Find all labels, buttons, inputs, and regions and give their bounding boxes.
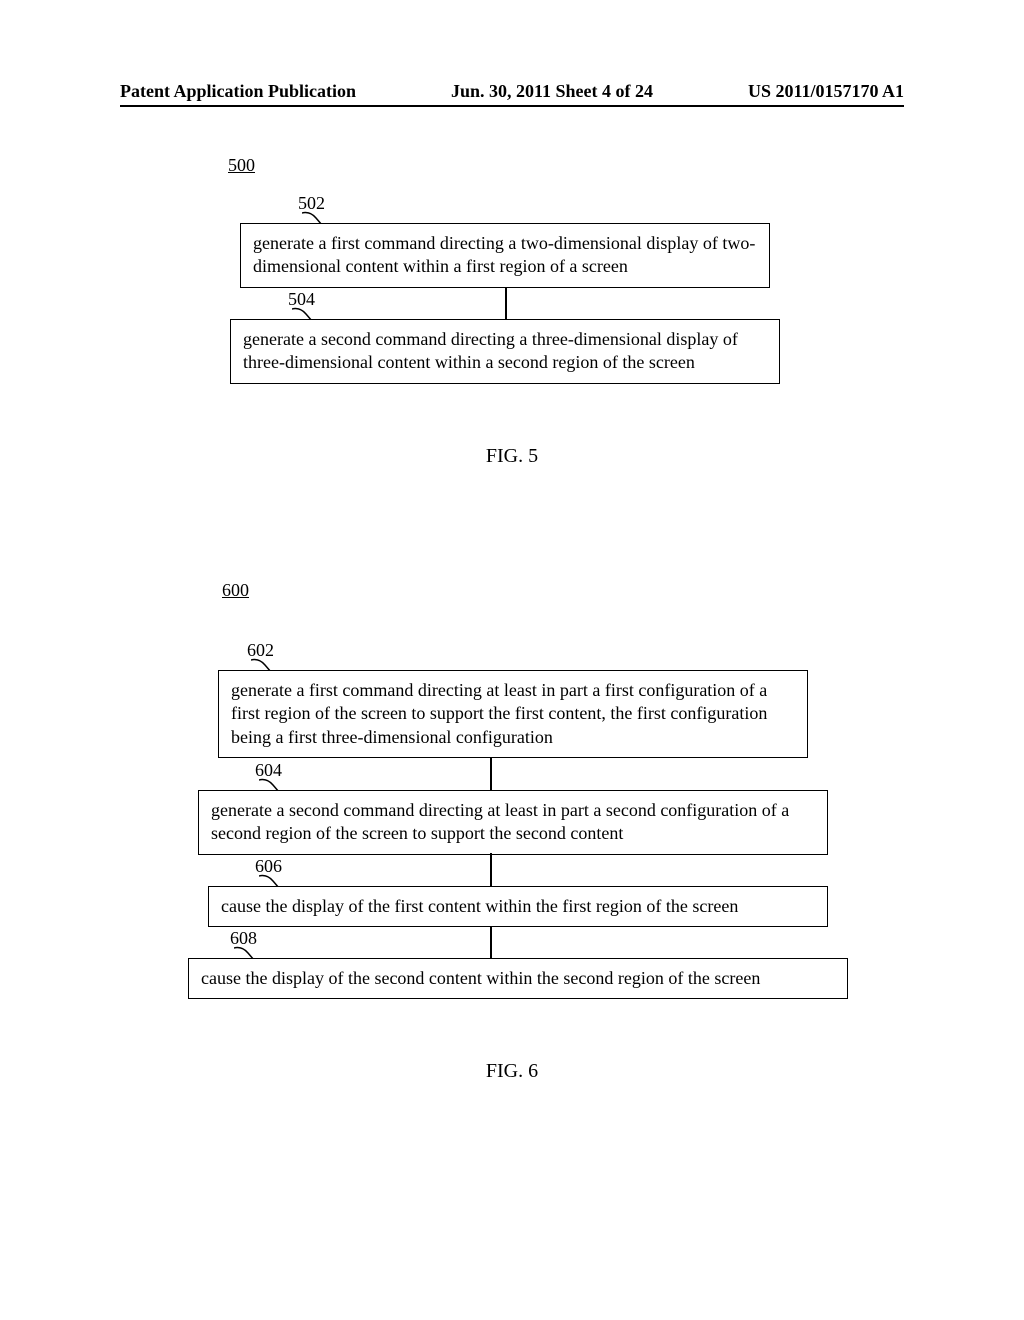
step-502-box: generate a first command directing a two… (240, 223, 770, 288)
step-608-box: cause the display of the second content … (188, 958, 848, 999)
step-502-text: generate a first command directing a two… (253, 233, 755, 276)
header-rule (120, 105, 904, 107)
figure6-refnum: 600 (222, 580, 249, 601)
header-right: US 2011/0157170 A1 (748, 81, 904, 102)
step-504-box: generate a second command directing a th… (230, 319, 780, 384)
figure6-caption: FIG. 6 (0, 1060, 1024, 1083)
connector-line (490, 926, 492, 960)
figure5-caption: FIG. 5 (0, 445, 1024, 468)
step-604-text: generate a second command directing at l… (211, 800, 789, 843)
connector-line (505, 287, 507, 321)
step-504-text: generate a second command directing a th… (243, 329, 738, 372)
step-602-box: generate a first command directing at le… (218, 670, 808, 758)
figure5-refnum: 500 (228, 155, 255, 176)
page-header: Patent Application Publication Jun. 30, … (0, 81, 1024, 102)
step-606-box: cause the display of the first content w… (208, 886, 828, 927)
connector-line (490, 758, 492, 792)
connector-line (490, 853, 492, 887)
step-602-text: generate a first command directing at le… (231, 680, 767, 747)
step-608-text: cause the display of the second content … (201, 968, 760, 988)
step-604-box: generate a second command directing at l… (198, 790, 828, 855)
header-center: Jun. 30, 2011 Sheet 4 of 24 (451, 81, 653, 102)
step-606-text: cause the display of the first content w… (221, 896, 738, 916)
header-left: Patent Application Publication (120, 81, 356, 102)
